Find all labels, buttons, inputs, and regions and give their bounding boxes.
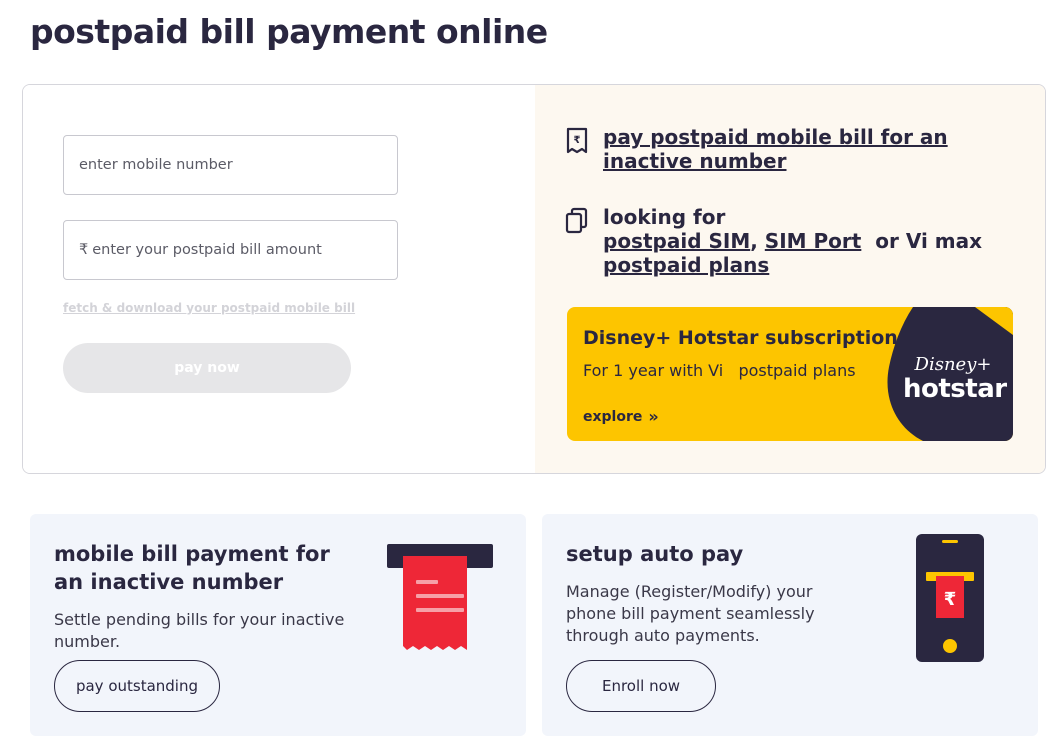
- inactive-number-row: ₹ pay postpaid mobile bill for an inacti…: [565, 125, 1003, 173]
- page-title: postpaid bill payment online: [30, 12, 548, 51]
- postpaid-sim-link[interactable]: postpaid SIM: [603, 229, 750, 253]
- double-chevron-right-icon: »: [648, 407, 659, 426]
- svg-text:₹: ₹: [574, 135, 581, 146]
- promo-subtitle: For 1 year with Vi postpaid plans: [583, 361, 856, 380]
- bill-payment-card: enter mobile number ₹ enter your postpai…: [22, 84, 1046, 474]
- receipt-icon: [387, 544, 493, 650]
- bill-amount-input[interactable]: ₹ enter your postpaid bill amount: [63, 220, 398, 280]
- sim-cards-icon: [565, 207, 588, 234]
- autopay-card-description: Manage (Register/Modify) your phone bill…: [566, 582, 815, 645]
- pay-outstanding-button[interactable]: pay outstanding: [54, 660, 220, 712]
- bill-amount-placeholder: enter your postpaid bill amount: [92, 242, 322, 258]
- inactive-card-description: Settle pending bills for your inactive n…: [54, 610, 345, 651]
- hotstar-promo-banner[interactable]: Disney+ Hotstar subscription For 1 year …: [567, 307, 1013, 441]
- inactive-number-link[interactable]: pay postpaid mobile bill for an inactive…: [603, 125, 948, 173]
- logo-disney-text: Disney+: [914, 354, 992, 375]
- explore-link[interactable]: explore »: [583, 407, 659, 426]
- inactive-card-title: mobile bill payment for an inactive numb…: [54, 542, 330, 594]
- disney-hotstar-logo: Disney+ hotstar: [903, 354, 1007, 404]
- mobile-number-input[interactable]: enter mobile number: [63, 135, 398, 195]
- inactive-number-card: mobile bill payment for an inactive numb…: [30, 514, 526, 736]
- phone-receipt-icon: ₹: [916, 534, 984, 662]
- looking-for-label: looking for: [603, 205, 726, 229]
- looking-for-row: looking for postpaid SIM, SIM Port or Vi…: [565, 205, 1003, 277]
- auto-pay-card: setup auto pay Manage (Register/Modify) …: [542, 514, 1038, 736]
- enroll-now-button[interactable]: Enroll now: [566, 660, 716, 712]
- autopay-card-title: setup auto pay: [566, 542, 744, 566]
- promo-title: Disney+ Hotstar subscription: [583, 327, 898, 349]
- info-panel: ₹ pay postpaid mobile bill for an inacti…: [535, 85, 1045, 473]
- pay-now-button[interactable]: pay now: [63, 343, 351, 393]
- svg-text:₹: ₹: [944, 589, 957, 610]
- explore-label: explore: [583, 408, 643, 425]
- mobile-number-placeholder: enter mobile number: [79, 157, 233, 173]
- comma-separator: ,: [750, 229, 758, 253]
- logo-hotstar-text: hotstar: [903, 374, 1007, 404]
- receipt-rupee-icon: ₹: [566, 127, 588, 154]
- payment-form: enter mobile number ₹ enter your postpai…: [23, 85, 535, 473]
- sim-port-link[interactable]: SIM Port: [765, 229, 862, 253]
- postpaid-plans-link[interactable]: postpaid plans: [603, 253, 769, 277]
- fetch-bill-link[interactable]: fetch & download your postpaid mobile bi…: [63, 301, 355, 315]
- or-vi-max-label: or Vi max: [875, 229, 983, 253]
- rupee-icon: ₹: [79, 242, 89, 258]
